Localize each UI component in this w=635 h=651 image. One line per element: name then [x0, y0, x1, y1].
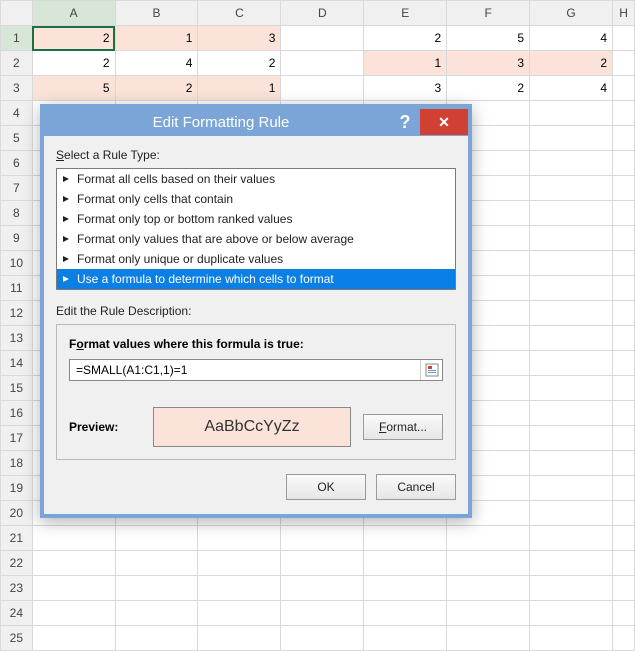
- close-button[interactable]: ✕: [420, 109, 468, 135]
- select-all-corner[interactable]: [1, 1, 33, 26]
- cell-C1[interactable]: 3: [198, 26, 281, 51]
- cell-E1[interactable]: 2: [364, 26, 447, 51]
- row-header-3[interactable]: 3: [1, 76, 33, 101]
- cell-H2[interactable]: [613, 51, 635, 76]
- arrow-icon: [63, 175, 71, 183]
- arrow-icon: [63, 235, 71, 243]
- rule-type-item-4[interactable]: Format only unique or duplicate values: [57, 249, 455, 269]
- cell-F1[interactable]: 5: [447, 26, 530, 51]
- row-header-21[interactable]: 21: [1, 526, 33, 551]
- row-header-11[interactable]: 11: [1, 276, 33, 301]
- row-header-14[interactable]: 14: [1, 351, 33, 376]
- col-header-C[interactable]: C: [198, 1, 281, 26]
- row-header-10[interactable]: 10: [1, 251, 33, 276]
- row-header-25[interactable]: 25: [1, 626, 33, 651]
- cell-F3[interactable]: 2: [447, 76, 530, 101]
- cell-B2[interactable]: 4: [115, 51, 198, 76]
- rule-type-item-3[interactable]: Format only values that are above or bel…: [57, 229, 455, 249]
- col-header-H[interactable]: H: [613, 1, 635, 26]
- range-picker-icon: [425, 363, 439, 377]
- close-icon: ✕: [438, 114, 450, 131]
- cell-A1[interactable]: 2: [32, 26, 115, 51]
- col-header-B[interactable]: B: [115, 1, 198, 26]
- edit-rule-description-label: Edit the Rule Description:: [56, 304, 456, 318]
- arrow-icon: [63, 195, 71, 203]
- cell-E3[interactable]: 3: [364, 76, 447, 101]
- row-header-12[interactable]: 12: [1, 301, 33, 326]
- col-header-E[interactable]: E: [364, 1, 447, 26]
- row-header-16[interactable]: 16: [1, 401, 33, 426]
- row-header-23[interactable]: 23: [1, 576, 33, 601]
- rule-type-item-1[interactable]: Format only cells that contain: [57, 189, 455, 209]
- cell-E2[interactable]: 1: [364, 51, 447, 76]
- row-header-5[interactable]: 5: [1, 126, 33, 151]
- row-3: 3 5 2 1 3 2 4: [1, 76, 635, 101]
- cell-H3[interactable]: [613, 76, 635, 101]
- row-header-8[interactable]: 8: [1, 201, 33, 226]
- select-rule-type-label: Select a Rule Type:: [56, 148, 456, 162]
- row-2: 2 2 4 2 1 3 2: [1, 51, 635, 76]
- row-header-1[interactable]: 1: [1, 26, 33, 51]
- row-header-20[interactable]: 20: [1, 501, 33, 526]
- row-header-18[interactable]: 18: [1, 451, 33, 476]
- column-header-row: A B C D E F G H: [1, 1, 635, 26]
- rule-type-item-5[interactable]: Use a formula to determine which cells t…: [57, 269, 455, 289]
- preview-label: Preview:: [69, 420, 141, 434]
- cell-G1[interactable]: 4: [530, 26, 613, 51]
- cell-D1[interactable]: [281, 26, 364, 51]
- col-header-D[interactable]: D: [281, 1, 364, 26]
- cell-B3[interactable]: 2: [115, 76, 198, 101]
- edit-formatting-rule-dialog: Edit Formatting Rule ? ✕ Select a Rule T…: [40, 104, 472, 518]
- row-header-13[interactable]: 13: [1, 326, 33, 351]
- row-header-4[interactable]: 4: [1, 101, 33, 126]
- help-icon[interactable]: ?: [392, 112, 418, 133]
- formula-label: Format values where this formula is true…: [69, 337, 443, 351]
- row-header-22[interactable]: 22: [1, 551, 33, 576]
- row-header-6[interactable]: 6: [1, 151, 33, 176]
- dialog-titlebar[interactable]: Edit Formatting Rule ? ✕: [44, 108, 468, 136]
- col-header-F[interactable]: F: [447, 1, 530, 26]
- row-header-17[interactable]: 17: [1, 426, 33, 451]
- rule-type-item-0[interactable]: Format all cells based on their values: [57, 169, 455, 189]
- cancel-button[interactable]: Cancel: [376, 474, 456, 500]
- arrow-icon: [63, 275, 71, 283]
- col-header-G[interactable]: G: [530, 1, 613, 26]
- cell-A2[interactable]: 2: [32, 51, 115, 76]
- cell-G3[interactable]: 4: [530, 76, 613, 101]
- format-button[interactable]: Format...: [363, 414, 443, 440]
- cell-D3[interactable]: [281, 76, 364, 101]
- cell-C2[interactable]: 2: [198, 51, 281, 76]
- row-header-9[interactable]: 9: [1, 226, 33, 251]
- dialog-title: Edit Formatting Rule: [50, 114, 392, 131]
- cell-C3[interactable]: 1: [198, 76, 281, 101]
- cell-D2[interactable]: [281, 51, 364, 76]
- cell-F2[interactable]: 3: [447, 51, 530, 76]
- rule-description-group: Format values where this formula is true…: [56, 324, 456, 460]
- cell-H1[interactable]: [613, 26, 635, 51]
- arrow-icon: [63, 255, 71, 263]
- row-header-15[interactable]: 15: [1, 376, 33, 401]
- row-header-2[interactable]: 2: [1, 51, 33, 76]
- formula-input[interactable]: [70, 363, 420, 377]
- cell-G2[interactable]: 2: [530, 51, 613, 76]
- rule-type-list[interactable]: Format all cells based on their values F…: [56, 168, 456, 290]
- cell-B1[interactable]: 1: [115, 26, 198, 51]
- row-1: 1 2 1 3 2 5 4: [1, 26, 635, 51]
- rule-type-item-2[interactable]: Format only top or bottom ranked values: [57, 209, 455, 229]
- cell-A3[interactable]: 5: [32, 76, 115, 101]
- formula-input-wrapper: [69, 359, 443, 381]
- row-header-19[interactable]: 19: [1, 476, 33, 501]
- col-header-A[interactable]: A: [32, 1, 115, 26]
- ok-button[interactable]: OK: [286, 474, 366, 500]
- row-header-7[interactable]: 7: [1, 176, 33, 201]
- arrow-icon: [63, 215, 71, 223]
- range-picker-button[interactable]: [420, 360, 442, 380]
- preview-swatch: AaBbCcYyZz: [153, 407, 351, 447]
